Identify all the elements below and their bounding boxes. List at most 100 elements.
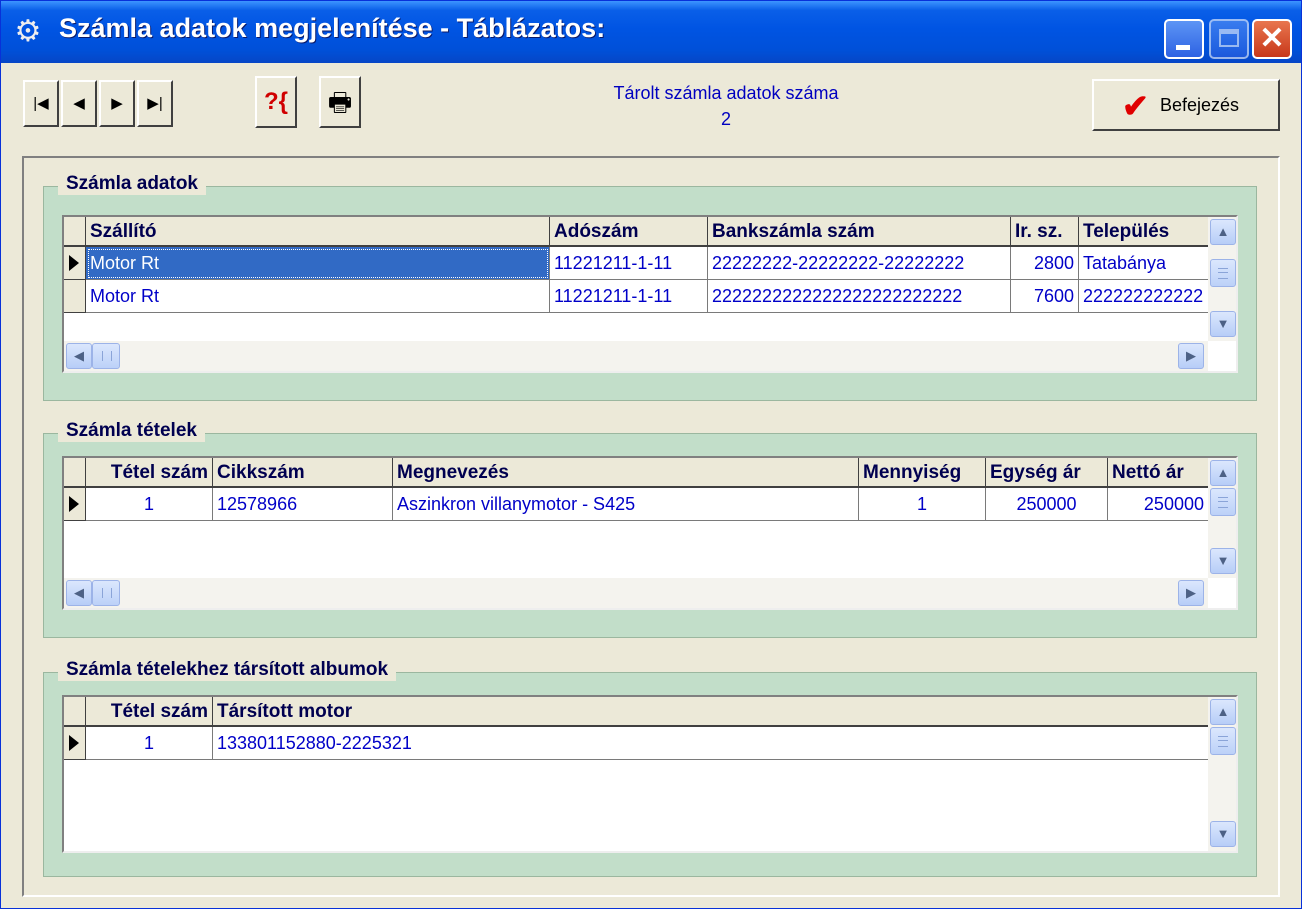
table-cell[interactable]: Motor Rt [86, 247, 550, 280]
vertical-scrollbar[interactable]: ▲ ▼ [1208, 217, 1236, 341]
current-row-icon [69, 735, 79, 751]
prev-icon: ◀ [73, 95, 85, 112]
scroll-right-icon[interactable]: ▶ [1178, 580, 1204, 606]
grid-corner [64, 458, 86, 488]
hscroll-thumb[interactable] [92, 343, 120, 369]
scroll-left-icon[interactable]: ◀ [66, 580, 92, 606]
maximize-icon [1219, 29, 1239, 47]
table-cell[interactable]: 1 [859, 488, 986, 521]
invoice-items-group: Számla tételek Tétel szám Cikkszám Megne… [43, 420, 1257, 638]
table-cell[interactable]: 11221211-1-11 [550, 247, 708, 280]
table-cell[interactable]: 11221211-1-11 [550, 280, 708, 313]
linked-albums-grid: Tétel szám Társított motor 1 13380115288… [62, 695, 1238, 853]
next-icon: ▶ [111, 95, 123, 112]
scroll-up-icon[interactable]: ▲ [1210, 699, 1236, 725]
table-cell[interactable]: 2800 [1011, 247, 1079, 280]
column-header[interactable]: Egység ár [986, 458, 1108, 488]
scroll-down-icon[interactable]: ▼ [1210, 548, 1236, 574]
scroll-thumb[interactable] [1210, 488, 1236, 516]
row-indicator[interactable] [64, 247, 86, 280]
table-cell[interactable]: 2222222222222222222222222 [708, 280, 1011, 313]
close-button[interactable]: ✕ [1252, 19, 1292, 59]
next-record-button[interactable]: ▶ [99, 80, 135, 127]
prev-record-button[interactable]: ◀ [61, 80, 97, 127]
scroll-thumb[interactable] [1210, 727, 1236, 755]
column-header[interactable]: Nettó ár [1108, 458, 1209, 488]
invoice-data-title: Számla adatok [58, 173, 206, 195]
column-header[interactable]: Adószám [550, 217, 708, 247]
grip-icon [1218, 268, 1228, 279]
column-header[interactable]: Társított motor [213, 697, 1209, 727]
checkmark-icon: ✔ [1122, 88, 1149, 124]
vertical-scrollbar[interactable]: ▲ ▼ [1208, 458, 1236, 578]
table-cell[interactable]: 133801152880-2225321 [213, 727, 1209, 760]
minimize-button[interactable] [1164, 19, 1204, 59]
grid-corner [64, 217, 86, 247]
table-cell[interactable]: 1 [86, 488, 213, 521]
record-count-value: 2 [720, 109, 731, 129]
invoice-items-title: Számla tételek [58, 420, 205, 442]
last-record-button[interactable]: ▶| [137, 80, 173, 127]
printer-icon: 🖶 [327, 87, 353, 117]
column-header[interactable]: Bankszámla szám [708, 217, 1011, 247]
column-header[interactable]: Cikkszám [213, 458, 393, 488]
scroll-up-icon[interactable]: ▲ [1210, 460, 1236, 486]
column-header[interactable]: Szállító [86, 217, 550, 247]
table-cell[interactable]: 7600 [1011, 280, 1079, 313]
finish-label: Befejezés [1160, 95, 1240, 115]
main-window: ⚙ Számla adatok megjelenítése - Táblázat… [0, 0, 1302, 909]
column-header[interactable]: Tétel szám [86, 458, 213, 488]
first-record-button[interactable]: |◀ [23, 80, 59, 127]
vertical-scrollbar[interactable]: ▲ ▼ [1208, 697, 1236, 851]
grip-icon [102, 351, 112, 361]
maximize-button[interactable] [1209, 19, 1249, 59]
table-cell[interactable]: 12578966 [213, 488, 393, 521]
scroll-left-icon[interactable]: ◀ [66, 343, 92, 369]
grip-icon [102, 588, 112, 598]
close-icon: ✕ [1259, 22, 1285, 55]
horizontal-scrollbar[interactable]: ◀ ▶ [64, 341, 1208, 371]
table-cell[interactable]: 1 [86, 727, 213, 760]
invoice-data-group: Számla adatok Szállító Adószám Bankszáml… [43, 173, 1257, 401]
table-cell[interactable]: 222222222222 [1079, 280, 1209, 313]
column-header[interactable]: Ir. sz. [1011, 217, 1079, 247]
horizontal-scrollbar[interactable]: ◀ ▶ [64, 578, 1208, 608]
finish-button[interactable]: ✔ Befejezés [1092, 79, 1280, 131]
linked-albums-group: Számla tételekhez társított albumok Téte… [43, 659, 1257, 877]
grip-icon [1218, 497, 1228, 508]
current-row-icon [69, 255, 79, 271]
invoice-data-grid: Szállító Adószám Bankszámla szám Ir. sz.… [62, 215, 1238, 373]
row-indicator[interactable] [64, 488, 86, 521]
row-indicator[interactable] [64, 280, 86, 313]
window-title: Számla adatok megjelenítése - Táblázatos… [59, 13, 606, 43]
current-row-icon [69, 496, 79, 512]
gear-icon: ⚙ [14, 15, 42, 48]
print-button[interactable]: 🖶 [319, 76, 361, 128]
grid-corner [64, 697, 86, 727]
scroll-thumb[interactable] [1210, 259, 1236, 287]
grip-icon [1218, 736, 1228, 747]
filter-button[interactable]: ?{ [255, 76, 297, 128]
last-icon: ▶| [147, 95, 163, 112]
row-indicator[interactable] [64, 727, 86, 760]
scroll-down-icon[interactable]: ▼ [1210, 311, 1236, 337]
first-icon: |◀ [33, 95, 49, 112]
table-cell[interactable]: 250000 [986, 488, 1108, 521]
scroll-right-icon[interactable]: ▶ [1178, 343, 1204, 369]
column-header[interactable]: Megnevezés [393, 458, 859, 488]
column-header[interactable]: Település [1079, 217, 1209, 247]
record-count-label: Tárolt számla adatok száma [613, 83, 839, 103]
scroll-up-icon[interactable]: ▲ [1210, 219, 1236, 245]
table-cell[interactable]: Aszinkron villanymotor - S425 [393, 488, 859, 521]
table-cell[interactable]: Tatabánya [1079, 247, 1209, 280]
table-cell[interactable]: 250000 [1108, 488, 1209, 521]
table-cell[interactable]: Motor Rt [86, 280, 550, 313]
column-header[interactable]: Mennyiség [859, 458, 986, 488]
title-bar[interactable]: ⚙ Számla adatok megjelenítése - Táblázat… [1, 1, 1301, 63]
linked-albums-title: Számla tételekhez társított albumok [58, 659, 397, 681]
scroll-down-icon[interactable]: ▼ [1210, 821, 1236, 847]
hscroll-thumb[interactable] [92, 580, 120, 606]
column-header[interactable]: Tétel szám [86, 697, 213, 727]
table-cell[interactable]: 22222222-22222222-22222222 [708, 247, 1011, 280]
invoice-items-grid: Tétel szám Cikkszám Megnevezés Mennyiség… [62, 456, 1238, 610]
